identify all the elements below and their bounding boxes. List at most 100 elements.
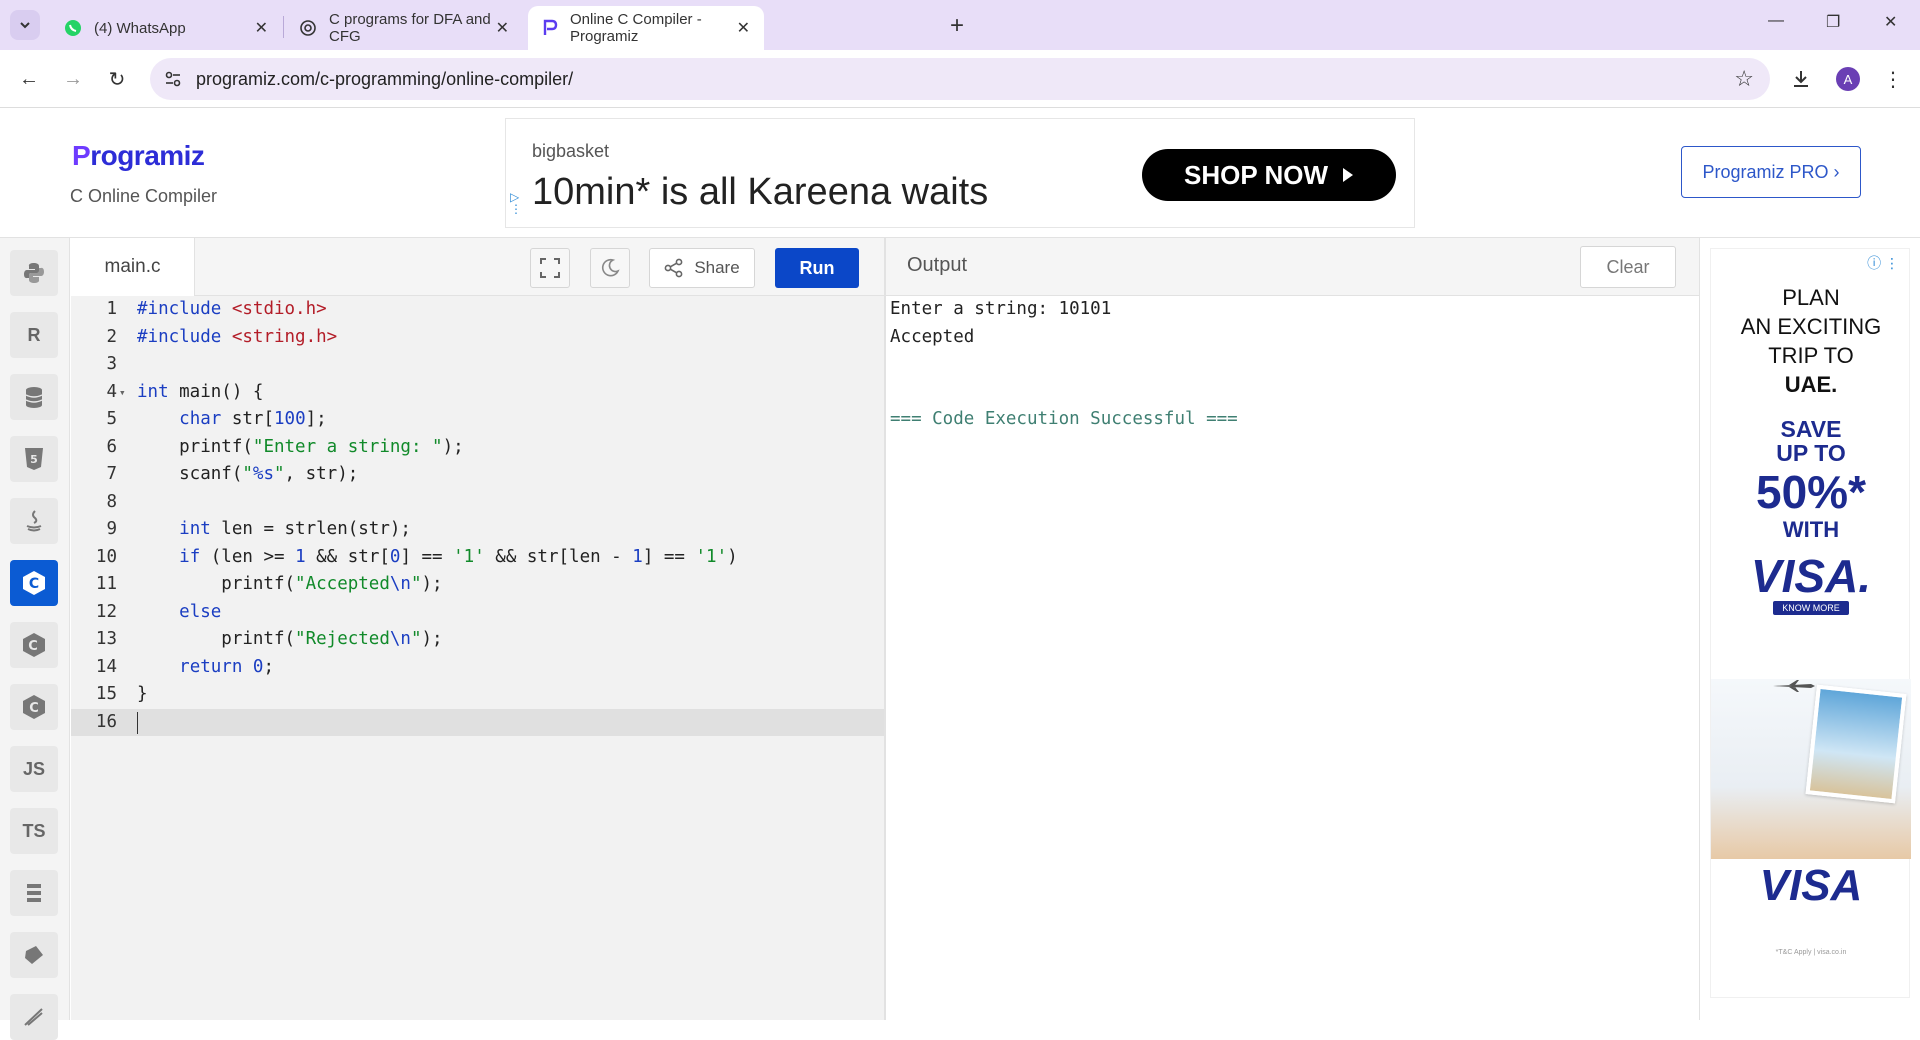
rail-sql[interactable] xyxy=(10,374,58,420)
rail-c[interactable]: C xyxy=(10,560,58,606)
ad-know-more-button[interactable]: KNOW MORE xyxy=(1773,601,1849,615)
go-icon xyxy=(25,946,43,964)
tab-title: C programs for DFA and CFG xyxy=(329,11,491,45)
python-icon xyxy=(24,263,44,283)
rail-python[interactable] xyxy=(10,250,58,296)
bookmark-star-icon[interactable]: ☆ xyxy=(1734,66,1754,92)
line-number: 11 xyxy=(95,574,117,594)
download-icon[interactable] xyxy=(1786,64,1816,94)
site-info-icon[interactable] xyxy=(164,70,182,93)
openai-icon xyxy=(299,19,317,37)
line-number: 15 xyxy=(95,684,117,704)
programiz-logo[interactable]: Programiz xyxy=(72,140,205,172)
close-icon[interactable]: ✕ xyxy=(496,18,509,38)
code-line: 14 return 0; xyxy=(71,654,884,682)
rail-go[interactable] xyxy=(10,932,58,978)
run-button[interactable]: Run xyxy=(775,248,859,288)
svg-text:C: C xyxy=(29,576,39,592)
code-line: 2 #include <string.h> xyxy=(71,324,884,352)
reload-icon[interactable]: ↻ xyxy=(102,64,132,94)
code-text: int len = strlen(str); xyxy=(179,519,411,539)
code-text: if (len >= 1 && str[0] == '1' && str[len… xyxy=(179,546,738,567)
tab-whatsapp[interactable]: (4) WhatsApp ✕ xyxy=(50,6,282,50)
moon-icon xyxy=(602,258,620,277)
close-icon[interactable]: ✕ xyxy=(737,18,750,38)
rail-java[interactable] xyxy=(10,498,58,544)
url-text: programiz.com/c-programming/online-compi… xyxy=(196,68,574,89)
share-button[interactable]: Share xyxy=(649,248,755,288)
window-close-icon[interactable]: ✕ xyxy=(1884,12,1897,32)
code-line: 4 ▾ int main() { xyxy=(71,379,884,407)
browser-toolbar: ← → ↻ programiz.com/c-programming/online… xyxy=(0,50,1920,108)
output-console[interactable]: Enter a string: 10101 Accepted === Code … xyxy=(886,296,1700,1020)
ad-line: SAVE xyxy=(1780,416,1842,442)
logo-mark: P xyxy=(72,140,91,171)
kebab-menu-icon[interactable]: ⋮ xyxy=(1878,64,1908,94)
code-editor[interactable]: 1 #include <stdio.h> 2 #include <string.h>… xyxy=(71,296,884,1020)
code-line: 9 int len = strlen(str); xyxy=(71,516,884,544)
close-icon[interactable]: ✕ xyxy=(255,18,268,38)
line-number: 10 xyxy=(95,546,117,567)
forward-icon[interactable]: → xyxy=(58,64,88,94)
ad-visa-text: VISA. xyxy=(1750,550,1872,602)
code-line: 13 printf("Rejected\n"); xyxy=(71,626,884,654)
chevron-down-icon xyxy=(20,22,30,29)
tab-search-button[interactable] xyxy=(10,10,40,40)
back-icon[interactable]: ← xyxy=(14,64,44,94)
html5-icon: 5 xyxy=(25,448,43,470)
rail-js[interactable]: JS xyxy=(10,746,58,792)
ad-line: TRIP TO xyxy=(1768,343,1854,368)
profile-avatar[interactable]: A xyxy=(1836,67,1860,91)
output-title: Output xyxy=(907,254,968,276)
address-bar[interactable]: programiz.com/c-programming/online-compi… xyxy=(150,58,1770,100)
page-subtitle: C Online Compiler xyxy=(70,186,218,206)
text-cursor xyxy=(137,711,138,734)
code-line: 6 printf("Enter a string: "); xyxy=(71,434,884,462)
ad-brand: bigbasket xyxy=(532,141,610,161)
rail-php[interactable] xyxy=(10,994,58,1040)
editor-toolbar: main.c Share Run xyxy=(71,238,884,296)
ad-percent: 50%* xyxy=(1756,466,1866,518)
minimize-icon[interactable]: — xyxy=(1768,12,1784,30)
rail-csharp[interactable]: C xyxy=(10,684,58,730)
database-icon xyxy=(25,387,43,408)
ts-icon: TS xyxy=(22,820,46,841)
tab-dfa-cfg[interactable]: C programs for DFA and CFG ✕ xyxy=(285,6,523,50)
code-text: return 0; xyxy=(179,656,275,677)
rail-cpp[interactable]: C xyxy=(10,622,58,668)
new-tab-button[interactable]: + xyxy=(950,12,964,40)
code-line: 3 xyxy=(71,351,884,379)
restore-icon[interactable]: ❐ xyxy=(1826,12,1840,32)
rail-ts[interactable]: TS xyxy=(10,808,58,854)
ad-info-icon[interactable]: ⓘ ⋮ xyxy=(1867,253,1899,273)
pane-border xyxy=(1699,238,1700,1020)
side-ad-banner[interactable]: ⓘ ⋮ PLAN AN EXCITING TRIP TO UAE. SAVE U… xyxy=(1710,248,1911,998)
ad-line: AN EXCITING xyxy=(1740,314,1882,339)
clear-button[interactable]: Clear xyxy=(1580,246,1676,288)
ad-fine-print: *T&C Apply | visa.co.in xyxy=(1775,949,1847,956)
ad-shop-now-button[interactable]: SHOP NOW xyxy=(1142,149,1396,201)
execution-status: === Code Execution Successful === xyxy=(890,409,1238,429)
fullscreen-button[interactable] xyxy=(530,248,570,288)
stack-icon xyxy=(27,884,41,902)
fullscreen-icon xyxy=(540,258,560,278)
csharp-icon: C xyxy=(23,695,45,719)
code-line-current: 16 xyxy=(71,708,884,736)
ad-with: WITH xyxy=(1782,517,1840,542)
programiz-icon xyxy=(542,19,558,37)
fold-arrow-icon[interactable]: ▾ xyxy=(119,379,126,407)
top-ad-banner[interactable]: ▷ ⋮ bigbasket 10min* is all Kareena waits… xyxy=(505,118,1415,228)
programiz-pro-button[interactable]: Programiz PRO › xyxy=(1681,146,1861,198)
rail-r[interactable]: R xyxy=(10,312,58,358)
ad-choices-icon[interactable]: ▷ ⋮ xyxy=(510,191,522,215)
rail-html[interactable]: 5 xyxy=(10,436,58,482)
output-toolbar: Output Clear xyxy=(886,238,1700,296)
dark-mode-button[interactable] xyxy=(590,248,630,288)
ad-save-block: SAVE UP TO xyxy=(1711,417,1911,465)
php-icon xyxy=(24,1008,43,1026)
rail-swift[interactable] xyxy=(10,870,58,916)
file-tab-main-c[interactable]: main.c xyxy=(71,238,195,296)
cpp-icon: C xyxy=(23,633,45,657)
tab-programiz[interactable]: Online C Compiler - Programiz ✕ xyxy=(528,6,764,50)
r-icon: R xyxy=(27,324,41,345)
